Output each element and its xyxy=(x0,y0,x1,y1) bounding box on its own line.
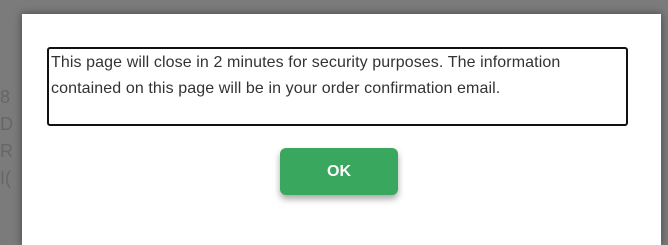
security-timeout-dialog: This page will close in 2 minutes for se… xyxy=(22,14,661,245)
background-partial-line: D xyxy=(0,114,13,134)
security-message-box: This page will close in 2 minutes for se… xyxy=(47,47,628,126)
modal-overlay: 8 D R I( This page will close in 2 minut… xyxy=(0,0,668,245)
background-partial-text: 8 D R I( xyxy=(0,84,22,192)
security-message-text: This page will close in 2 minutes for se… xyxy=(51,54,561,97)
ok-button[interactable]: OK xyxy=(280,148,398,195)
background-partial-line: 8 xyxy=(0,87,11,107)
background-partial-line: R xyxy=(0,141,13,161)
background-partial-line: I( xyxy=(0,168,11,188)
